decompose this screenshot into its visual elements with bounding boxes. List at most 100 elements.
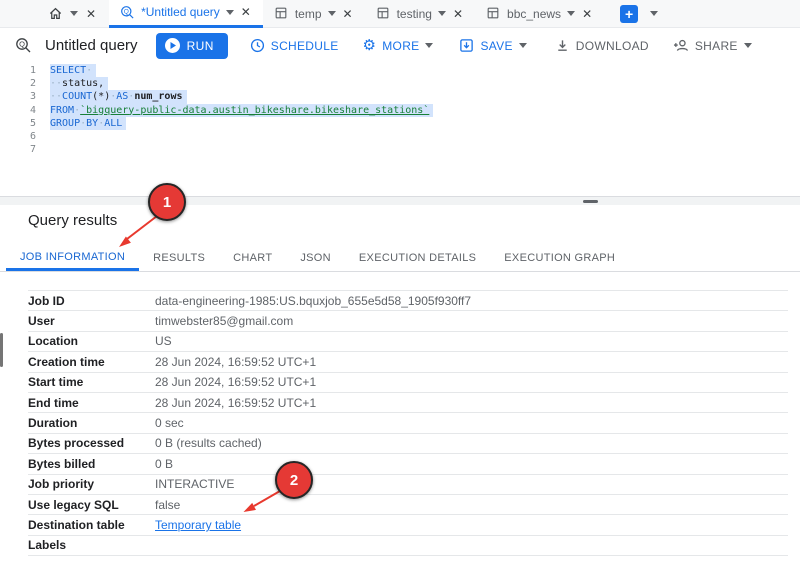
home-tab[interactable]: ✕	[0, 6, 109, 21]
editor-tab-testing[interactable]: testing ✕	[365, 0, 475, 28]
table-icon	[274, 6, 289, 21]
table-row: End time 28 Jun 2024, 16:59:52 UTC+1	[28, 391, 788, 412]
chevron-down-icon[interactable]	[327, 11, 336, 16]
row-value: US	[155, 334, 172, 349]
editor-line-4[interactable]: 4 FROM·`bigquery-public-data.austin_bikes…	[0, 103, 800, 117]
query-magnifier-icon: Q	[16, 38, 31, 53]
results-tab-job-information[interactable]: JOB INFORMATION	[6, 245, 140, 271]
run-button[interactable]: RUN	[155, 32, 228, 59]
row-value: 28 Jun 2024, 16:59:52 UTC+1	[155, 375, 317, 390]
results-tab-execution-details[interactable]: EXECUTION DETAILS	[345, 245, 490, 271]
editor-tab-bbc-news[interactable]: bbc_news ✕	[475, 0, 604, 28]
table-row: Bytes processed 0 B (results cached)	[28, 432, 788, 453]
chevron-down-icon	[518, 43, 527, 48]
gear-icon: ⚙	[362, 37, 377, 54]
table-row: Creation time 28 Jun 2024, 16:59:52 UTC+…	[28, 351, 788, 371]
tab-label: *Untitled query	[141, 5, 220, 19]
row-label: Start time	[28, 375, 84, 390]
save-button[interactable]: SAVE	[459, 38, 527, 53]
svg-text:Q: Q	[19, 40, 25, 49]
save-icon	[460, 39, 474, 52]
table-row: User timwebster85@gmail.com	[28, 310, 788, 330]
table-row: Job ID data-engineering-1985:US.bquxjob_…	[28, 290, 788, 310]
row-label: Job ID	[28, 293, 65, 308]
query-results-panel: Query results JOB INFORMATION RESULTS CH…	[0, 205, 800, 569]
tab-label: bbc_news	[507, 6, 562, 21]
results-tab-chart[interactable]: CHART	[219, 245, 286, 271]
resize-drag-handle[interactable]	[583, 200, 598, 203]
table-row: Labels	[28, 534, 788, 557]
editor-tab-bar: ✕ Q *Untitled query ✕ temp ✕ testing ✕ b…	[0, 0, 800, 28]
close-icon[interactable]: ✕	[85, 8, 97, 20]
download-button[interactable]: DOWNLOAD	[555, 38, 649, 53]
selected-code: SELECT·	[50, 64, 97, 78]
row-label: User	[28, 314, 55, 329]
table-icon	[486, 6, 501, 21]
row-value: Temporary table	[155, 518, 241, 532]
row-value: false	[155, 497, 181, 512]
editor-line-3[interactable]: 3 ··COUNT(*)·AS·num_rows	[0, 90, 800, 104]
close-icon[interactable]: ✕	[581, 8, 593, 20]
close-icon[interactable]: ✕	[342, 8, 354, 20]
tab-label: temp	[294, 6, 322, 21]
annotation-circle-2: 2	[275, 461, 313, 499]
row-label: End time	[28, 395, 79, 410]
selected-code: ··COUNT(*)·AS·num_rows	[50, 90, 187, 104]
line-number: 4	[29, 104, 36, 116]
row-value: 28 Jun 2024, 16:59:52 UTC+1	[155, 354, 317, 369]
editor-tab-temp[interactable]: temp ✕	[263, 0, 365, 28]
sql-editor[interactable]: 1 SELECT· 2 ··status, 3 ··COUNT(*)·AS·num_row…	[0, 62, 800, 198]
new-tab-chevron-down-icon[interactable]	[650, 11, 659, 16]
row-label: Duration	[28, 416, 78, 431]
temporary-table-link[interactable]: Temporary table	[155, 518, 241, 532]
left-scrollbar-thumb[interactable]	[0, 333, 3, 367]
person-add-icon	[673, 39, 688, 51]
results-tab-json[interactable]: JSON	[286, 245, 345, 271]
editor-line-1[interactable]: 1 SELECT·	[0, 64, 800, 78]
results-tab-execution-graph[interactable]: EXECUTION GRAPH	[490, 245, 629, 271]
editor-line-7[interactable]: 7	[0, 143, 800, 156]
table-row: Duration 0 sec	[28, 412, 788, 432]
selected-code: FROM·`bigquery-public-data.austin_bikesh…	[50, 103, 434, 117]
table-row: Bytes billed 0 B	[28, 453, 788, 473]
selected-code: ··status,	[50, 77, 109, 91]
schedule-button[interactable]: SCHEDULE	[250, 38, 339, 53]
row-value: 28 Jun 2024, 16:59:52 UTC+1	[155, 395, 317, 410]
row-label: Creation time	[28, 354, 105, 369]
chevron-down-icon[interactable]	[437, 11, 446, 16]
row-label: Job priority	[28, 477, 95, 492]
close-icon[interactable]: ✕	[452, 8, 464, 20]
table-row: Start time 28 Jun 2024, 16:59:52 UTC+1	[28, 371, 788, 392]
editor-line-6[interactable]: 6	[0, 130, 800, 143]
editor-tab--untitled-query[interactable]: Q *Untitled query ✕	[109, 0, 263, 28]
query-icon: Q	[120, 5, 135, 20]
share-button[interactable]: SHARE	[673, 38, 752, 53]
row-value: 0 sec	[155, 416, 184, 431]
more-button[interactable]: ⚙ MORE	[363, 38, 434, 53]
results-tab-results[interactable]: RESULTS	[139, 245, 219, 271]
editor-line-5[interactable]: 5 GROUP·BY·ALL	[0, 116, 800, 130]
new-tab-button[interactable]: +	[620, 4, 639, 23]
table-row: Job priority INTERACTIVE	[28, 473, 788, 494]
line-number: 2	[29, 78, 36, 90]
tab-label: testing	[396, 6, 432, 21]
chevron-down-icon[interactable]	[225, 9, 234, 15]
clock-icon	[250, 38, 264, 53]
close-icon[interactable]: ✕	[240, 6, 252, 18]
row-label: Bytes billed	[28, 456, 96, 471]
editor-line-2[interactable]: 2 ··status,	[0, 77, 800, 91]
query-results-heading: Query results	[28, 212, 118, 229]
row-label: Labels	[28, 538, 67, 553]
download-icon	[558, 40, 567, 51]
row-value: 0 B (results cached)	[155, 436, 262, 451]
table-row: Destination table Temporary table	[28, 514, 788, 534]
job-information-table: Job ID data-engineering-1985:US.bquxjob_…	[28, 290, 788, 557]
chevron-down-icon[interactable]	[70, 11, 78, 16]
tab-strip: Q *Untitled query ✕ temp ✕ testing ✕ bbc…	[109, 0, 604, 28]
play-icon	[164, 38, 180, 53]
chevron-down-icon[interactable]	[567, 11, 576, 16]
row-value: timwebster85@gmail.com	[155, 314, 294, 329]
table-row: Use legacy SQL false	[28, 493, 788, 514]
query-title: Untitled query	[45, 37, 138, 54]
chevron-down-icon	[425, 43, 434, 48]
